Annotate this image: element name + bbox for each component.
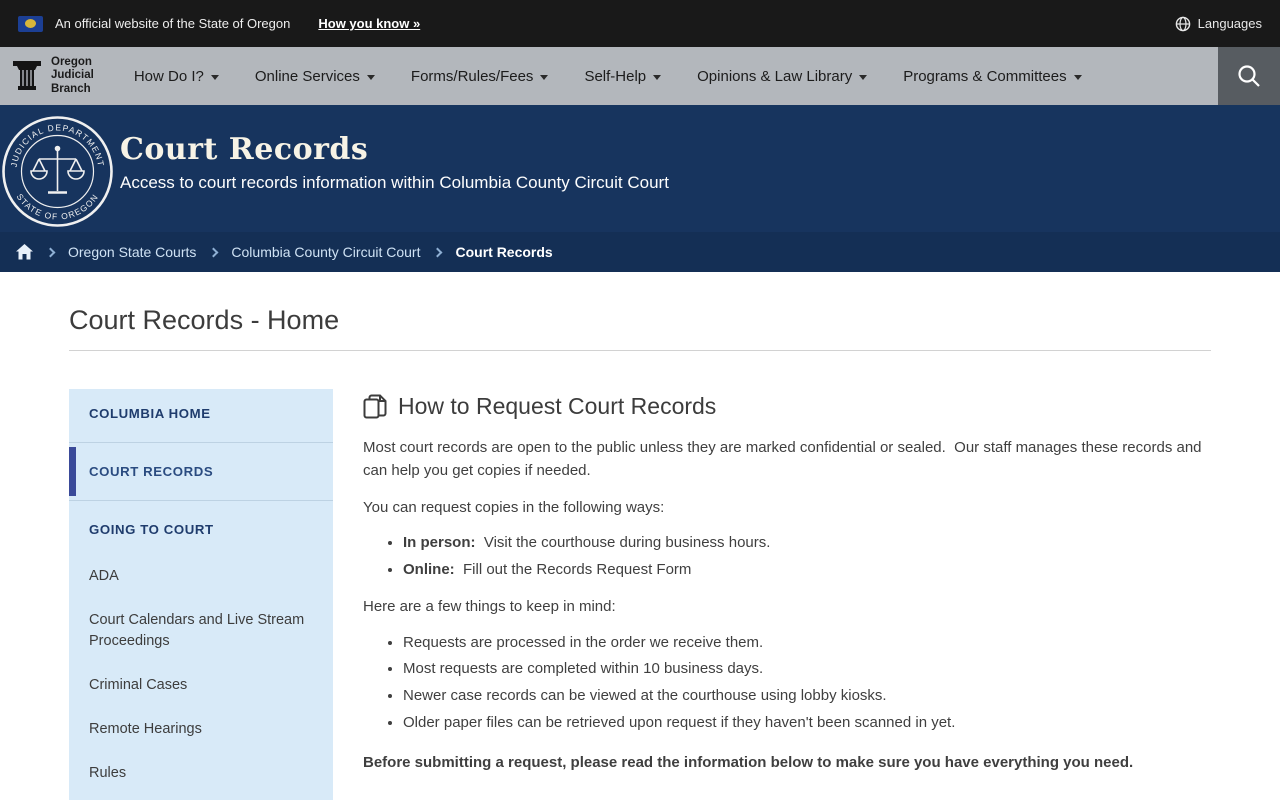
list-item: Requests are processed in the order we r…	[403, 632, 1211, 654]
logo-text: Oregon Judicial Branch	[51, 55, 94, 95]
main-navbar: Oregon Judicial Branch How Do I? Online S…	[0, 47, 1280, 110]
official-state-bar: An official website of the State of Oreg…	[0, 0, 1280, 47]
hero-title: Court Records	[120, 132, 369, 167]
chevron-down-icon	[1073, 74, 1082, 80]
sidebar-item-going-to-court[interactable]: GOING TO COURT	[69, 505, 333, 554]
nav-item-label: Opinions & Law Library	[697, 67, 853, 85]
home-icon	[16, 244, 33, 260]
judicial-department-seal: JUDICIAL DEPARTMENT STATE OF OREGON	[2, 116, 113, 227]
languages-button[interactable]: Languages	[1175, 16, 1262, 32]
nav-items: How Do I? Online Services Forms/Rules/Fees…	[134, 68, 1082, 85]
sidebar-item-court-calendars-and-live-stream-proceedings[interactable]: Court Calendars and Live Stream Proceedi…	[69, 598, 333, 663]
paragraph: Here are a few things to keep in mind:	[363, 598, 616, 616]
nav-item-opinions-law-library[interactable]: Opinions & Law Library	[697, 67, 868, 85]
breadcrumb-link-oregon-state-courts[interactable]: Oregon State Courts	[68, 244, 196, 260]
oregon-flag-icon	[18, 15, 43, 32]
bullet-list: In person: Visit the courthouse during b…	[363, 532, 1211, 581]
how-you-know-link[interactable]: How you know »	[318, 16, 420, 31]
chevron-down-icon	[540, 74, 549, 80]
breadcrumb: Oregon State Courts Columbia County Circu…	[0, 232, 1280, 272]
chevron-down-icon	[366, 74, 375, 80]
search-button[interactable]	[1218, 47, 1280, 105]
paragraph: Most court records are open to the publi…	[363, 439, 1202, 480]
sidebar-item-remote-hearings[interactable]: Remote Hearings	[69, 707, 333, 751]
paragraph: You can request copies in the following …	[363, 498, 665, 516]
nav-item-label: Forms/Rules/Fees	[410, 67, 534, 85]
chevron-down-icon	[859, 74, 868, 80]
sidebar-item-criminal-cases[interactable]: Criminal Cases	[69, 663, 333, 707]
hero-subtitle: Access to court records information with…	[120, 173, 669, 192]
section-heading-how-to-request-court-records: How to Request Court Records	[363, 393, 1211, 420]
chevron-down-icon	[653, 74, 662, 80]
chevron-down-icon	[210, 74, 219, 80]
nav-item-programs-committees[interactable]: Programs & Committees	[903, 67, 1082, 85]
sidebar-divider	[69, 500, 333, 501]
page-title: Court Records - Home	[69, 305, 340, 335]
breadcrumb-current: Court Records	[455, 244, 553, 260]
languages-label: Languages	[1197, 16, 1262, 31]
chevron-right-icon	[45, 247, 56, 257]
globe-icon	[1175, 16, 1190, 31]
ojb-logo[interactable]: Oregon Judicial Branch	[12, 56, 94, 97]
sidebar-item-court-records[interactable]: COURT RECORDS	[69, 447, 333, 496]
list-item: In person: Visit the courthouse during b…	[403, 532, 1211, 554]
nav-item-how-do-i[interactable]: How Do I?	[134, 68, 219, 85]
title-divider	[69, 350, 1211, 351]
copy-icon	[363, 394, 387, 420]
nav-item-label: Online Services	[254, 67, 360, 85]
hero-banner: JUDICIAL DEPARTMENT STATE OF OREGON Cour…	[0, 110, 1280, 232]
breadcrumb-home[interactable]	[16, 244, 33, 260]
sidebar-item-ada[interactable]: ADA	[69, 554, 333, 598]
list-item: Newer case records can be viewed at the …	[403, 685, 1211, 707]
nav-item-label: Self-Help	[584, 67, 647, 85]
pillar-icon	[13, 61, 41, 90]
list-item: Most requests are completed within 10 bu…	[403, 658, 1211, 680]
official-website-text: An official website of the State of Oreg…	[55, 16, 291, 31]
nav-item-label: How Do I?	[133, 67, 204, 85]
sidebar-divider	[69, 442, 333, 443]
main-content: How to Request Court Records Most court r…	[363, 389, 1211, 800]
sidebar-item-columbia-home[interactable]: COLUMBIA HOME	[69, 389, 333, 438]
list-item: Online: Fill out the Records Request For…	[403, 559, 1211, 581]
sidebar-item-rules[interactable]: Rules	[69, 751, 333, 795]
bullet-list: Requests are processed in the order we r…	[363, 632, 1211, 734]
bold-paragraph: Before submitting a request, please read…	[363, 753, 1134, 771]
nav-item-label: Programs & Committees	[903, 67, 1067, 85]
sidebar: COLUMBIA HOME COURT RECORDS GOING TO COURT…	[69, 389, 333, 800]
chevron-right-icon	[208, 247, 219, 257]
nav-item-online-services[interactable]: Online Services	[255, 68, 375, 85]
breadcrumb-link-columbia-county-circuit-court[interactable]: Columbia County Circuit Court	[231, 244, 420, 260]
search-icon	[1238, 65, 1260, 87]
page-body: Court Records - Home COLUMBIA HOME COURT …	[0, 305, 1280, 800]
nav-item-self-help[interactable]: Self-Help	[584, 67, 662, 85]
section-title: How to Request Court Records	[398, 393, 717, 419]
list-item: Older paper files can be retrieved upon …	[403, 712, 1211, 734]
nav-item-forms-rules-fees[interactable]: Forms/Rules/Fees	[411, 68, 549, 85]
chevron-right-icon	[433, 247, 443, 257]
